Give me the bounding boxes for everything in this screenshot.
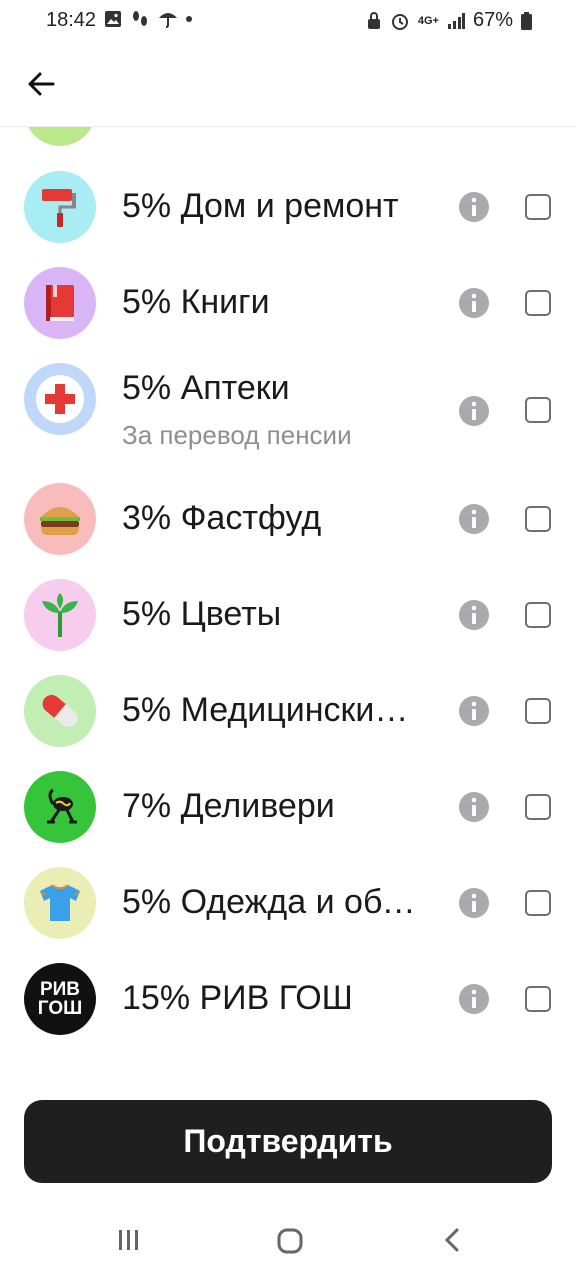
category-title: 5% Медицински… <box>122 691 409 729</box>
umbrella-icon <box>159 13 177 28</box>
info-icon[interactable] <box>458 287 490 319</box>
category-title: 5% Дом и ремонт <box>122 187 399 225</box>
category-subtitle: За перевод пенсии <box>122 420 352 450</box>
info-icon[interactable] <box>458 503 490 535</box>
category-checkbox[interactable] <box>525 698 551 724</box>
back-icon[interactable] <box>440 1227 466 1253</box>
category-checkbox[interactable] <box>525 506 551 532</box>
top-app-bar <box>0 44 576 127</box>
category-checkbox[interactable] <box>525 794 551 820</box>
category-title: 5% Аптеки <box>122 369 290 407</box>
tshirt-icon <box>24 867 96 939</box>
notification-icons <box>104 10 192 28</box>
category-title: 3% Фастфуд <box>122 499 322 537</box>
rivgosh-logo-icon: РИВ ГОШ <box>24 963 96 1035</box>
category-title: 7% Деливери <box>122 787 335 825</box>
list-item[interactable]: 5% Одежда и обу… <box>0 867 576 963</box>
plant-icon <box>24 579 96 651</box>
signal-icon <box>447 12 465 29</box>
category-checkbox[interactable] <box>525 290 551 316</box>
alarm-icon <box>391 13 408 30</box>
logo-text-line: РИВ <box>39 979 81 1000</box>
category-checkbox[interactable] <box>525 194 551 220</box>
category-title: 5% Одежда и обу… <box>122 883 427 921</box>
list-item[interactable]: 5% Медицински… <box>0 675 576 771</box>
arrow-left-icon <box>28 72 55 96</box>
home-icon[interactable] <box>276 1227 304 1255</box>
list-item[interactable]: 3% Фастфуд <box>0 483 576 579</box>
alarm-lock-icon <box>367 11 380 29</box>
list-item[interactable]: 5% Дом и ремонт <box>0 171 576 267</box>
list-item[interactable]: 7% Деливери <box>0 771 576 867</box>
book-icon <box>24 267 96 339</box>
info-icon[interactable] <box>458 599 490 631</box>
paint-roller-icon <box>24 171 96 243</box>
info-icon[interactable] <box>458 191 490 223</box>
back-button[interactable] <box>24 66 60 102</box>
category-icon <box>24 126 96 146</box>
system-navigation-bar <box>0 1205 576 1280</box>
battery-percent: 67% <box>472 9 513 31</box>
network-type: 4G+ <box>417 14 439 27</box>
burger-icon <box>24 483 96 555</box>
pharmacy-cross-icon <box>24 363 96 435</box>
logo-text-line: ГОШ <box>37 998 83 1019</box>
category-list: 5% Дом и ремонт 5% Книги 5% Аптеки За пе… <box>0 126 576 1076</box>
info-icon[interactable] <box>458 887 490 919</box>
info-icon[interactable] <box>458 695 490 727</box>
info-icon[interactable] <box>458 983 490 1015</box>
delivery-logo-icon <box>24 771 96 843</box>
category-title: 5% Книги <box>122 283 270 321</box>
category-checkbox[interactable] <box>525 397 551 423</box>
info-icon[interactable] <box>458 395 490 427</box>
category-checkbox[interactable] <box>525 602 551 628</box>
list-item[interactable]: 5% Аптеки За перевод пенсии <box>0 363 576 483</box>
recent-apps-icon[interactable] <box>116 1227 142 1253</box>
footsteps-icon <box>133 11 147 26</box>
list-item[interactable]: 5% Книги <box>0 267 576 363</box>
category-checkbox[interactable] <box>525 986 551 1012</box>
pill-icon <box>24 675 96 747</box>
confirm-button[interactable]: Подтвердить <box>24 1100 552 1183</box>
list-item[interactable]: РИВ ГОШ 15% РИВ ГОШ <box>0 963 576 1059</box>
list-item[interactable]: 5% Цветы <box>0 579 576 675</box>
category-checkbox[interactable] <box>525 890 551 916</box>
more-notifications-icon <box>186 16 192 22</box>
battery-icon <box>521 11 532 30</box>
status-bar: 18:42 4G+ 67% <box>0 0 576 44</box>
status-time: 18:42 <box>46 9 97 31</box>
category-title: 5% Цветы <box>122 595 282 633</box>
info-icon[interactable] <box>458 791 490 823</box>
status-right: 4G+ 67% <box>366 9 532 32</box>
category-title: 15% РИВ ГОШ <box>122 979 353 1017</box>
gallery-icon <box>105 11 121 27</box>
